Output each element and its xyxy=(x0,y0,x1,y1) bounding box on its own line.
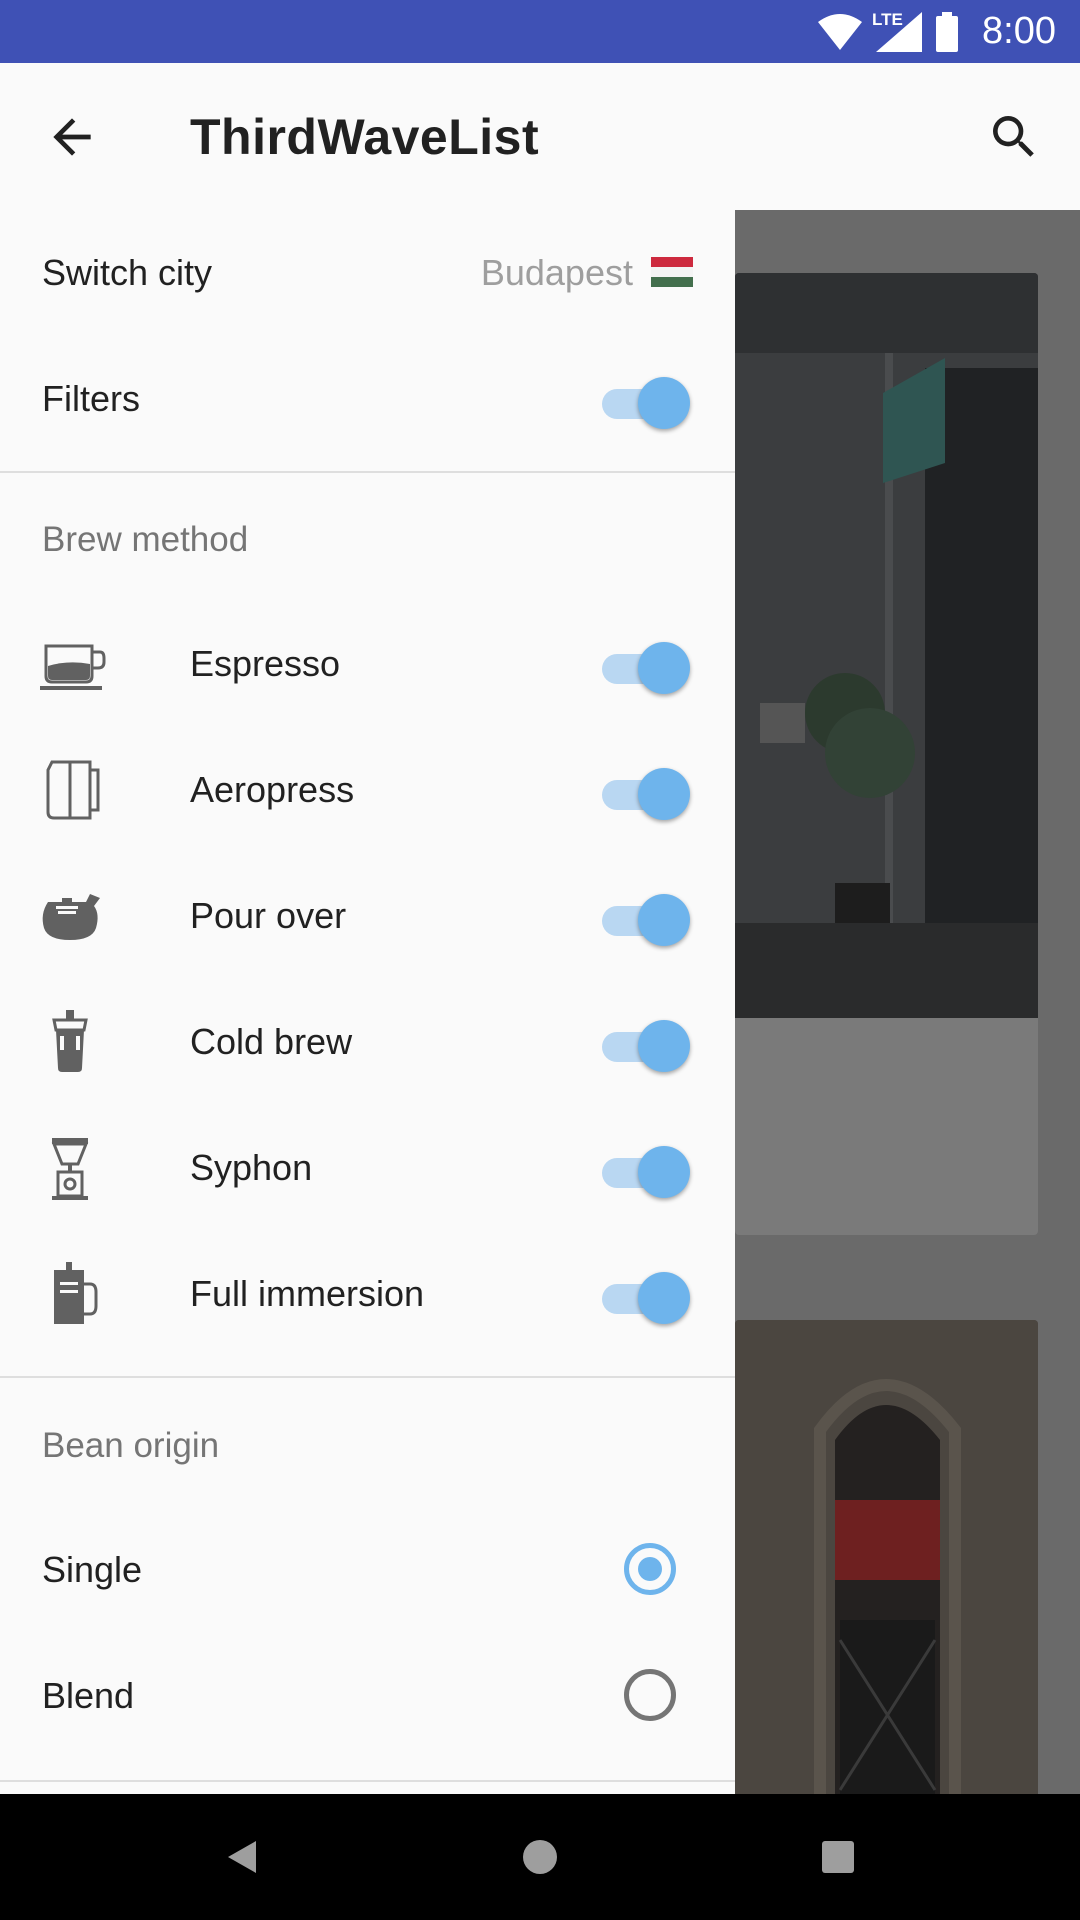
clock: 8:00 xyxy=(982,10,1056,52)
cafe-card[interactable] xyxy=(735,273,1038,1235)
cold-brew-icon xyxy=(52,1010,88,1072)
pour-over-switch[interactable] xyxy=(600,886,690,946)
filters-row[interactable]: Filters xyxy=(0,336,735,462)
current-city-name: Budapest xyxy=(480,252,633,293)
brew-item-espresso[interactable]: Espresso xyxy=(0,601,735,727)
switch-city-row[interactable]: Switch city Budapest xyxy=(0,210,735,336)
nav-home-icon[interactable] xyxy=(512,1829,568,1885)
french-press-icon xyxy=(54,1262,98,1324)
cold-brew-switch[interactable] xyxy=(600,1012,690,1072)
brew-item-pour-over[interactable]: Pour over xyxy=(0,853,735,979)
cafe-card[interactable] xyxy=(735,1320,1038,1794)
brew-item-aeropress[interactable]: Aeropress xyxy=(0,727,735,853)
bean-option-label: Blend xyxy=(42,1675,135,1716)
brew-item-full-immersion[interactable]: Full immersion xyxy=(0,1231,735,1357)
status-bar: LTE 8:00 xyxy=(0,0,1080,63)
app-title: ThirdWaveList xyxy=(190,109,540,165)
bean-option-label: Single xyxy=(42,1549,143,1590)
syphon-icon xyxy=(51,1138,89,1200)
switch-city-label: Switch city xyxy=(42,252,213,293)
wifi-icon xyxy=(818,13,863,50)
filters-switch[interactable] xyxy=(600,369,690,429)
app-bar: ThirdWaveList xyxy=(0,63,1080,210)
brew-item-label: Pour over xyxy=(190,895,347,936)
battery-icon xyxy=(936,11,959,52)
blend-radio[interactable] xyxy=(624,1669,676,1721)
pour-over-icon xyxy=(42,894,100,940)
bean-option-single[interactable]: Single xyxy=(0,1507,735,1633)
syphon-switch[interactable] xyxy=(600,1138,690,1198)
hungary-flag-icon xyxy=(651,257,693,288)
filters-label: Filters xyxy=(42,378,140,419)
bean-origin-heading: Bean origin xyxy=(42,1426,220,1465)
search-icon[interactable] xyxy=(986,109,1042,165)
cafe-photo xyxy=(735,273,1038,1018)
brew-item-label: Full immersion xyxy=(190,1273,425,1314)
brew-item-label: Espresso xyxy=(190,643,341,684)
aeropress-icon xyxy=(46,760,100,820)
brew-item-label: Cold brew xyxy=(190,1021,353,1062)
full-immersion-switch[interactable] xyxy=(600,1264,690,1324)
brew-item-syphon[interactable]: Syphon xyxy=(0,1105,735,1231)
cafe-list-scrim[interactable] xyxy=(735,210,1080,1794)
divider xyxy=(0,471,735,473)
cell-signal-icon: LTE xyxy=(872,10,923,52)
nav-back-icon[interactable] xyxy=(214,1829,270,1885)
back-arrow-icon[interactable] xyxy=(44,109,100,165)
filter-drawer: Switch city Budapest Filters Brew method… xyxy=(0,210,735,1794)
brew-item-label: Aeropress xyxy=(190,769,355,810)
brew-method-heading: Brew method xyxy=(42,520,249,559)
bean-option-blend[interactable]: Blend xyxy=(0,1633,735,1759)
espresso-switch[interactable] xyxy=(600,634,690,694)
divider xyxy=(0,1780,735,1782)
current-city: Budapest xyxy=(481,210,693,336)
single-radio[interactable] xyxy=(624,1543,676,1595)
nav-recents-icon[interactable] xyxy=(810,1829,866,1885)
espresso-cup-icon xyxy=(40,644,106,690)
aeropress-switch[interactable] xyxy=(600,760,690,820)
divider xyxy=(0,1376,735,1378)
brew-item-cold-brew[interactable]: Cold brew xyxy=(0,979,735,1105)
brew-item-label: Syphon xyxy=(190,1147,313,1188)
system-nav-bar xyxy=(0,1794,1080,1920)
cafe-photo xyxy=(735,1320,1038,1794)
network-type-label: LTE xyxy=(872,9,903,29)
